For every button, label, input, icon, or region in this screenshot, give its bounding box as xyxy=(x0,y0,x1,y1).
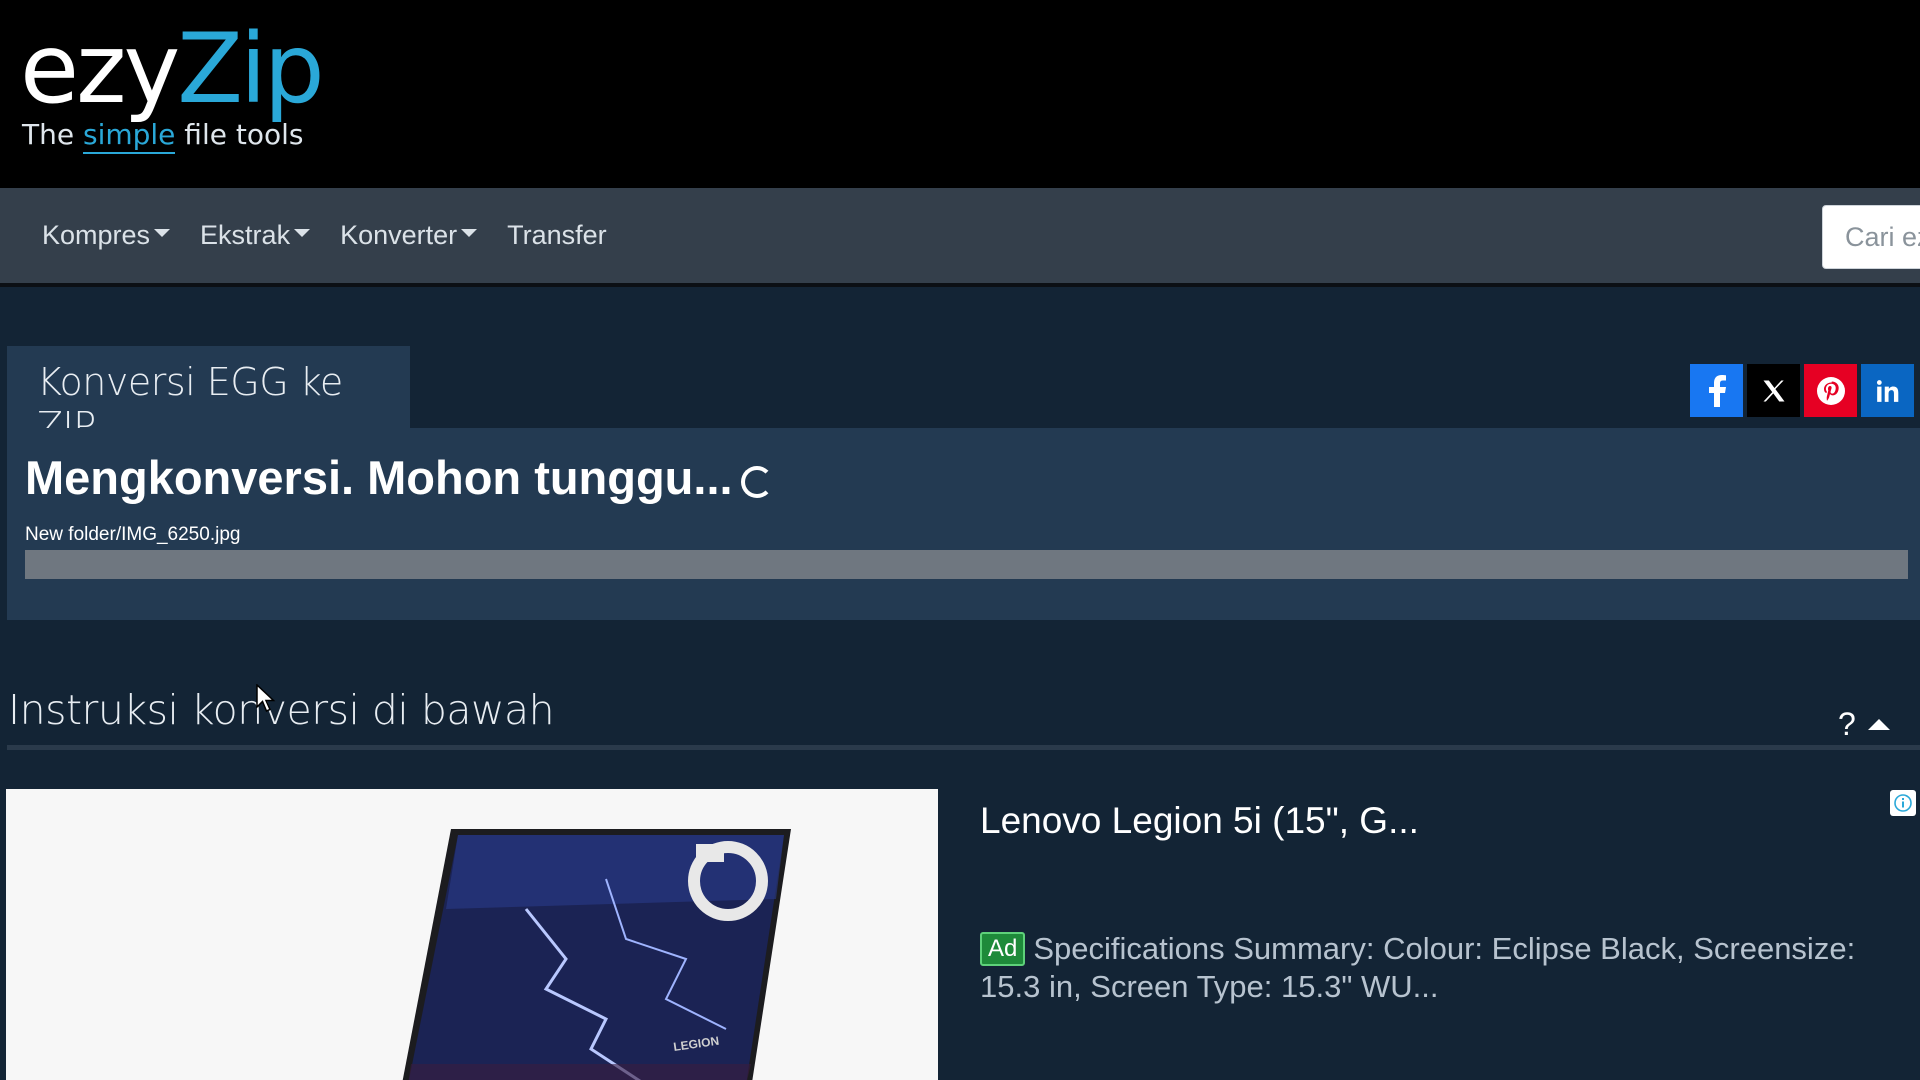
linkedin-icon xyxy=(1876,379,1898,402)
ad-badge: Ad xyxy=(980,932,1026,966)
ad-product-image[interactable]: LEGION xyxy=(6,789,938,1080)
mouse-cursor-icon xyxy=(256,684,276,712)
section-divider xyxy=(7,745,1920,750)
conversion-status: Mengkonversi. Mohon tunggu... xyxy=(25,450,773,505)
status-text: Mengkonversi. Mohon tunggu... xyxy=(25,451,733,504)
loading-spinner-icon xyxy=(740,465,773,498)
nav-kompres-dropdown[interactable]: Kompres xyxy=(42,220,171,251)
info-icon xyxy=(1894,794,1912,812)
social-share-bar xyxy=(1690,364,1918,417)
conversion-panel: Mengkonversi. Mohon tunggu... New folder… xyxy=(7,428,1920,620)
search-input[interactable] xyxy=(1822,205,1920,269)
page-title-tab: Konversi EGG ke ZIP xyxy=(7,346,410,448)
nav-item-label: Kompres xyxy=(42,220,151,250)
nav-transfer-link[interactable]: Transfer xyxy=(507,220,607,251)
logo-wordmark: ezyZip xyxy=(20,13,325,125)
facebook-icon xyxy=(1708,374,1726,407)
site-header: ezyZip The simple file tools xyxy=(0,0,1920,188)
linkedin-share-button[interactable] xyxy=(1861,364,1914,417)
current-file-name: New folder/IMG_6250.jpg xyxy=(25,524,241,545)
facebook-share-button[interactable] xyxy=(1690,364,1743,417)
nav-item-label: Konverter xyxy=(340,220,458,250)
caret-down-icon xyxy=(294,228,311,237)
pinterest-share-button[interactable] xyxy=(1804,364,1857,417)
ad-description[interactable]: Ad Specifications Summary: Colour: Eclips… xyxy=(980,930,1880,1006)
collapse-caret-icon[interactable] xyxy=(1867,719,1890,730)
x-share-button[interactable] xyxy=(1747,364,1800,417)
nav-konverter-dropdown[interactable]: Konverter xyxy=(340,220,478,251)
nav-ekstrak-dropdown[interactable]: Ekstrak xyxy=(200,220,311,251)
ad-description-text: Specifications Summary: Colour: Eclipse … xyxy=(980,931,1856,1004)
instructions-controls: ? xyxy=(1838,706,1890,743)
caret-down-icon xyxy=(461,228,478,237)
pinterest-icon xyxy=(1816,376,1845,405)
help-icon[interactable]: ? xyxy=(1838,706,1856,743)
nav-item-label: Ekstrak xyxy=(200,220,291,250)
ad-title[interactable]: Lenovo Legion 5i (15", G... xyxy=(980,800,1419,842)
ad-info-icon[interactable] xyxy=(1890,790,1916,816)
instructions-heading: Instruksi konversi di bawah xyxy=(8,686,555,734)
main-nav: Kompres Ekstrak Konverter Transfer xyxy=(0,188,1920,287)
progress-bar xyxy=(25,550,1908,579)
logo-tagline: The simple file tools xyxy=(22,118,322,154)
nav-item-label: Transfer xyxy=(507,220,607,250)
x-icon xyxy=(1763,380,1784,401)
caret-down-icon xyxy=(154,228,171,237)
laptop-illustration: LEGION xyxy=(402,829,791,1080)
ezyzip-logo[interactable]: ezyZip The simple file tools xyxy=(20,13,325,154)
